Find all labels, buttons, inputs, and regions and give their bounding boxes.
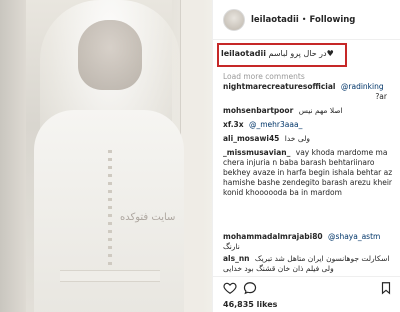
caption-username[interactable]: leilaotadii	[221, 49, 266, 58]
comment-username[interactable]: nightmarecreaturesofficial	[223, 82, 336, 91]
caption-text: در حال پرو لباسم♥	[268, 49, 334, 58]
comment-item: ?ar	[223, 92, 395, 102]
comment-text: ?ar	[375, 92, 387, 101]
dress-buttons	[108, 150, 112, 270]
post-caption: leilaotadii در حال پرو لباسم♥	[221, 49, 334, 58]
comment-username[interactable]: xf.3x	[223, 120, 244, 129]
comment-item: _missmusavian_ vay khoda mardome ma cher…	[223, 148, 395, 230]
post-photo[interactable]: سایت فتوکده	[0, 0, 212, 312]
like-count[interactable]: 46,835 likes	[223, 300, 277, 309]
post-side-panel: leilaotadii • Following leilaotadii در ح…	[212, 0, 400, 312]
avatar[interactable]	[223, 8, 245, 31]
comment-mention[interactable]: @shaya_astm	[328, 232, 380, 241]
comments-list: nightmarecreaturesofficial @radinking ?a…	[213, 82, 400, 274]
comment-item: ali_mosawi45 ولی خدا	[223, 134, 395, 144]
comment-item: mohammadalmrajabi80 @shaya_astm نارنگ	[223, 232, 395, 252]
comment-mention[interactable]: @_mehr3aaa_	[249, 120, 302, 129]
photo-watermark: سایت فتوکده	[120, 212, 176, 223]
comment-mention[interactable]: @radinking	[341, 82, 384, 91]
comment-username[interactable]: ali_mosawi45	[223, 134, 279, 143]
post-username[interactable]: leilaotadii	[251, 15, 299, 25]
comment-username[interactable]: als_nn	[223, 254, 250, 263]
load-more-comments[interactable]: Load more comments	[223, 72, 305, 81]
comment-item: xf.3x @_mehr3aaa_	[223, 120, 395, 130]
following-button[interactable]: Following	[310, 15, 356, 25]
separator-dot: •	[301, 15, 307, 24]
comment-username[interactable]: mohsenbartpoor	[223, 106, 293, 115]
bookmark-icon[interactable]	[379, 281, 393, 295]
photo-background-left	[0, 0, 26, 312]
comment-text: اصلا مهم نیس	[298, 106, 343, 115]
comment-username[interactable]: mohammadalmrajabi80	[223, 232, 323, 241]
dress-waistband	[60, 270, 160, 282]
heart-icon[interactable]	[223, 281, 237, 295]
comment-item: nightmarecreaturesofficial @radinking	[223, 82, 395, 92]
post-actions	[213, 276, 400, 296]
comment-text: نارنگ	[223, 242, 240, 251]
hair-shape	[78, 20, 142, 90]
comment-item: als_nn اسکارلت جوهانسون ایران متاهل شد ت…	[223, 254, 395, 274]
comment-text: ولی خدا	[284, 134, 310, 143]
comment-item: mohsenbartpoor اصلا مهم نیس	[223, 106, 395, 116]
comment-username[interactable]: _missmusavian_	[223, 148, 290, 157]
comment-icon[interactable]	[243, 281, 257, 295]
post-header: leilaotadii • Following	[213, 0, 400, 40]
